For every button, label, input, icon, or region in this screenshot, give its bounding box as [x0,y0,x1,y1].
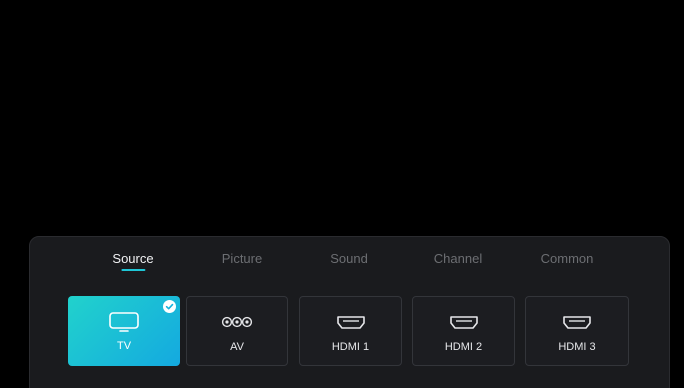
source-tile-hdmi-3[interactable]: HDMI 3 [525,296,629,366]
tab-label: Sound [330,251,368,266]
source-label: HDMI 3 [558,341,596,353]
check-circle-icon [163,300,176,313]
hdmi-port-icon [449,316,478,329]
tab-common[interactable]: Common [541,251,594,266]
hdmi-port-icon [336,316,365,329]
source-label: TV [116,340,132,352]
hdmi-port-icon [563,316,591,329]
tab-sound[interactable]: Sound [330,251,368,266]
video-display-area [0,0,684,236]
tab-picture[interactable]: Picture [222,251,262,266]
tab-label: Channel [433,251,483,266]
av-connector-icon [221,316,253,328]
tab-label: Picture [221,251,263,266]
source-list: TV AV HDMI 1 HDMI 2 HDMI 3 [30,296,669,368]
source-label: HDMI 2 [444,341,483,353]
quick-settings-panel: Source Picture Sound Channel Common TV A… [29,236,670,388]
tab-label: Source [112,251,154,266]
source-tile-av[interactable]: AV [186,296,288,366]
tab-source[interactable]: Source [112,251,154,271]
settings-tabs: Source Picture Sound Channel Common [30,251,669,275]
tab-label: Common [540,251,594,266]
active-tab-indicator [120,269,145,271]
tv-icon [109,312,139,332]
source-tile-tv[interactable]: TV [68,296,180,366]
source-tile-hdmi-1[interactable]: HDMI 1 [299,296,402,366]
source-tile-hdmi-2[interactable]: HDMI 2 [412,296,515,366]
tab-channel[interactable]: Channel [434,251,482,266]
source-label: AV [230,341,244,353]
source-label: HDMI 1 [331,341,370,353]
tv-screen: Source Picture Sound Channel Common TV A… [0,0,684,388]
